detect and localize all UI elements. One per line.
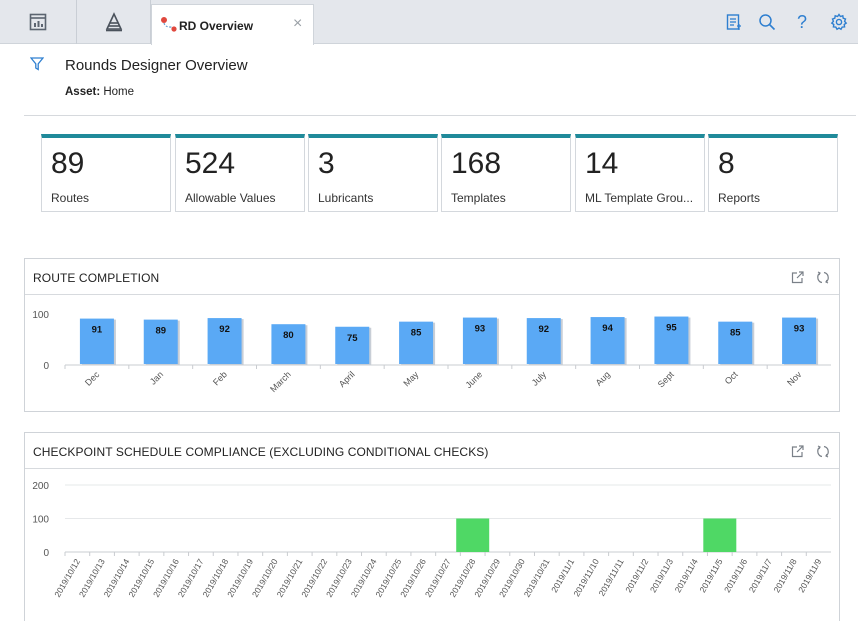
- tile-templates[interactable]: 168 Templates: [441, 134, 571, 212]
- tab-label: RD Overview: [179, 19, 254, 33]
- search-button[interactable]: [757, 12, 777, 32]
- route-completion-chart: 100 0 91 Dec 89 Jan 92 Feb 80 March 75 April 85 May 93…: [32, 310, 831, 394]
- expand-icon[interactable]: [789, 443, 805, 459]
- x-tick-label: 2019/11/2: [623, 557, 650, 594]
- x-tick-label: May: [401, 369, 420, 388]
- settings-button[interactable]: [829, 12, 849, 32]
- checkpoint-compliance-chart: 20010002019/10/122019/10/132019/10/14201…: [32, 481, 831, 599]
- data-label: 85: [730, 328, 741, 339]
- asset-value: Home: [103, 86, 135, 98]
- y-tick-label: 100: [32, 310, 49, 321]
- x-tick-label: June: [463, 369, 484, 390]
- x-tick-label: April: [337, 369, 357, 389]
- x-tick-label: 2019/11/7: [747, 557, 774, 594]
- card-title: CHECKPOINT SCHEDULE COMPLIANCE (EXCLUDIN…: [33, 445, 489, 459]
- expand-icon[interactable]: [789, 269, 805, 285]
- tile-value: 524: [185, 147, 236, 180]
- x-tick-label: Aug: [594, 369, 612, 387]
- tile-value: 168: [451, 147, 502, 180]
- report-button[interactable]: [724, 12, 744, 32]
- tile-label: Allowable Values: [185, 191, 276, 205]
- route-completion-card: ROUTE COMPLETION 100 0 91 Dec 89 Jan 92 Feb 80 Ma…: [24, 258, 840, 412]
- x-tick-label: Dec: [83, 369, 102, 388]
- y-tick-label: 0: [43, 361, 49, 372]
- dashboard-nav-button[interactable]: [0, 0, 77, 44]
- bar: [703, 518, 737, 552]
- route-pin-icon: [161, 17, 177, 32]
- x-tick-label: 2019/11/11: [596, 557, 625, 598]
- tile-value: 3: [318, 147, 335, 180]
- data-label: 85: [411, 328, 422, 339]
- tile-value: 89: [51, 147, 85, 180]
- x-tick-label: 2019/11/3: [648, 557, 675, 594]
- y-tick-label: 0: [43, 548, 49, 559]
- data-label: 89: [155, 326, 166, 337]
- y-tick-label: 100: [32, 515, 49, 526]
- data-label: 92: [538, 324, 549, 335]
- x-tick-label: Sept: [656, 369, 677, 390]
- tile-value: 8: [718, 147, 735, 180]
- x-tick-label: 2019/11/6: [722, 557, 749, 594]
- bar: [456, 518, 490, 552]
- data-label: 75: [347, 333, 358, 344]
- card-header: CHECKPOINT SCHEDULE COMPLIANCE (EXCLUDIN…: [25, 433, 839, 469]
- tile-allowable-values[interactable]: 524 Allowable Values: [175, 134, 305, 212]
- tile-label: ML Template Grou...: [585, 191, 694, 205]
- refresh-icon[interactable]: [815, 443, 831, 459]
- help-icon: ?: [796, 12, 807, 32]
- tile-reports[interactable]: 8 Reports: [708, 134, 838, 212]
- card-title: ROUTE COMPLETION: [33, 271, 160, 285]
- data-label: 93: [475, 324, 486, 335]
- search-icon: [759, 14, 776, 31]
- asset-line: Asset: Home: [65, 86, 134, 98]
- report-icon: [726, 14, 741, 30]
- x-tick-label: March: [268, 369, 293, 394]
- data-label: 80: [283, 330, 294, 341]
- tile-label: Reports: [718, 191, 761, 205]
- top-bar: RD Overview × ?: [0, 0, 858, 45]
- x-tick-label: 2019/11/5: [697, 557, 724, 594]
- x-tick-label: Oct: [723, 369, 740, 386]
- help-button[interactable]: ?: [792, 12, 812, 32]
- checkpoint-compliance-card: CHECKPOINT SCHEDULE COMPLIANCE (EXCLUDIN…: [24, 432, 840, 621]
- tile-label: Templates: [451, 191, 506, 205]
- refresh-icon[interactable]: [815, 269, 831, 285]
- data-label: 91: [92, 325, 103, 336]
- x-tick-label: Jan: [148, 369, 165, 386]
- tab-rd-overview[interactable]: RD Overview ×: [151, 4, 314, 45]
- close-icon[interactable]: ×: [293, 16, 302, 32]
- tile-label: Routes: [51, 191, 90, 205]
- rounds-nav-button[interactable]: [77, 0, 151, 44]
- x-tick-label: Nov: [785, 369, 804, 388]
- x-tick-label: 2019/11/9: [796, 557, 823, 594]
- settings-icon: [830, 13, 848, 31]
- card-header: ROUTE COMPLETION: [25, 259, 839, 295]
- x-tick-label: July: [530, 369, 549, 388]
- filter-icon[interactable]: [30, 57, 44, 71]
- x-tick-label: 2019/11/8: [771, 557, 798, 594]
- x-tick-label: Feb: [211, 369, 229, 387]
- tile-value: 14: [585, 147, 619, 180]
- rounds-icon: [105, 12, 122, 32]
- x-tick-label: 2019/11/4: [673, 557, 700, 594]
- data-label: 92: [219, 324, 230, 335]
- data-label: 93: [794, 324, 805, 335]
- tile-ml-template-groups[interactable]: 14 ML Template Grou...: [575, 134, 705, 212]
- tile-routes[interactable]: 89 Routes: [41, 134, 171, 212]
- data-label: 94: [602, 323, 613, 334]
- tile-label: Lubricants: [318, 191, 374, 205]
- header-divider: [24, 115, 856, 116]
- y-tick-label: 200: [32, 481, 49, 492]
- data-label: 95: [666, 323, 677, 334]
- tile-lubricants[interactable]: 3 Lubricants: [308, 134, 438, 212]
- asset-label: Asset:: [65, 86, 101, 98]
- dashboard-icon: [29, 13, 47, 31]
- page-title: Rounds Designer Overview: [65, 57, 248, 74]
- x-tick-label: 2019/11/1: [549, 557, 576, 594]
